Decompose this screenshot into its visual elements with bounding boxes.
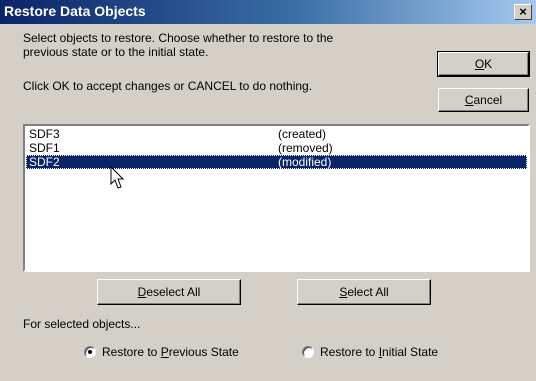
mouse-pointer-icon [110, 166, 125, 189]
list-item-selected[interactable]: SDF2 (modified) [26, 155, 527, 169]
object-name: SDF3 [29, 127, 60, 141]
instruction-line-3: Click OK to accept changes or CANCEL to … [23, 79, 313, 93]
list-item[interactable]: SDF3 (created) [26, 127, 527, 141]
object-state: (modified) [278, 155, 332, 169]
options-label: For selected objects... [23, 317, 141, 331]
ok-button[interactable]: OK [437, 51, 530, 77]
restore-previous-option[interactable]: Restore to Previous State [84, 345, 274, 362]
object-name: SDF1 [29, 141, 60, 155]
title-bar[interactable]: Restore Data Objects × [0, 0, 536, 24]
restore-initial-option[interactable]: Restore to Initial State [302, 345, 472, 362]
objects-list[interactable]: SDF3 (created) SDF1 (removed) SDF2 (modi… [23, 124, 530, 272]
cancel-button[interactable]: Cancel [438, 88, 529, 112]
deselect-all-button-label: Deselect All [137, 285, 201, 299]
dialog-title: Restore Data Objects [4, 3, 146, 19]
object-state: (created) [278, 127, 327, 141]
select-all-button[interactable]: Select All [297, 279, 431, 305]
list-item[interactable]: SDF1 (removed) [26, 141, 527, 155]
restore-previous-radio[interactable] [84, 346, 96, 358]
instruction-line-2: previous state or to the initial state. [23, 45, 209, 59]
object-state: (removed) [278, 141, 333, 155]
restore-data-objects-dialog: Restore Data Objects × Select objects to… [0, 0, 536, 381]
deselect-all-button[interactable]: Deselect All [97, 279, 241, 305]
restore-initial-label: Restore to Initial State [320, 345, 439, 359]
ok-button-label: OK [474, 57, 493, 71]
restore-initial-radio[interactable] [302, 346, 314, 358]
instruction-line-1: Select objects to restore. Choose whethe… [23, 31, 334, 45]
object-name: SDF2 [29, 155, 60, 169]
radio-checked-dot [88, 350, 92, 354]
cancel-button-label: Cancel [464, 93, 503, 107]
restore-previous-label: Restore to Previous State [102, 345, 239, 359]
select-all-button-label: Select All [339, 285, 389, 299]
close-icon[interactable]: × [514, 4, 532, 20]
